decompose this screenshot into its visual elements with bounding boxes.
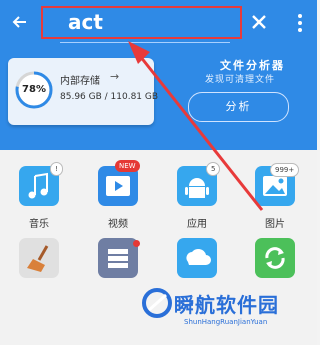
cleaner-category[interactable] [19,238,59,278]
broom-icon [27,245,49,272]
watermark-logo-icon [142,288,172,318]
storage-title: 内部存储 [60,76,100,87]
video-new-badge: NEW [115,160,140,172]
chevron-right-icon: → [110,70,120,83]
analyzer-title: 文件分析器 [220,59,285,72]
storage-values: 85.96 GB / 110.81 GB [60,92,159,102]
analyze-button[interactable]: 分析 [188,92,289,122]
layers-icon [108,249,128,268]
notification-dot [133,240,140,247]
cloud-category[interactable] [177,238,217,278]
cloud-icon [186,248,211,265]
video-play-icon [106,176,130,196]
music-label: 音乐 [29,219,49,230]
search-underline [60,42,230,43]
search-highlight-box [41,6,242,39]
sync-icon [265,247,285,269]
sync-category[interactable] [255,238,295,278]
stack-category[interactable] [98,238,138,278]
video-label: 视频 [108,219,128,230]
internal-storage-card[interactable]: 78% 内部存储 → 85.96 GB / 110.81 GB [8,58,158,125]
music-badge: ! [50,162,63,176]
video-category[interactable] [98,166,138,206]
more-options-icon[interactable] [295,12,305,34]
watermark-subtitle: ShunHangRuanJianYuan [184,318,268,326]
back-arrow-icon[interactable] [10,12,30,32]
storage-percent: 78% [22,84,46,95]
images-label: 图片 [265,219,285,230]
watermark-title: 瞬航软件园 [174,293,279,317]
analyzer-subtitle: 发现可清理文件 [205,75,276,85]
apps-label: 应用 [187,219,207,230]
close-icon[interactable] [249,12,269,32]
images-count-badge: 999+ [270,163,300,177]
